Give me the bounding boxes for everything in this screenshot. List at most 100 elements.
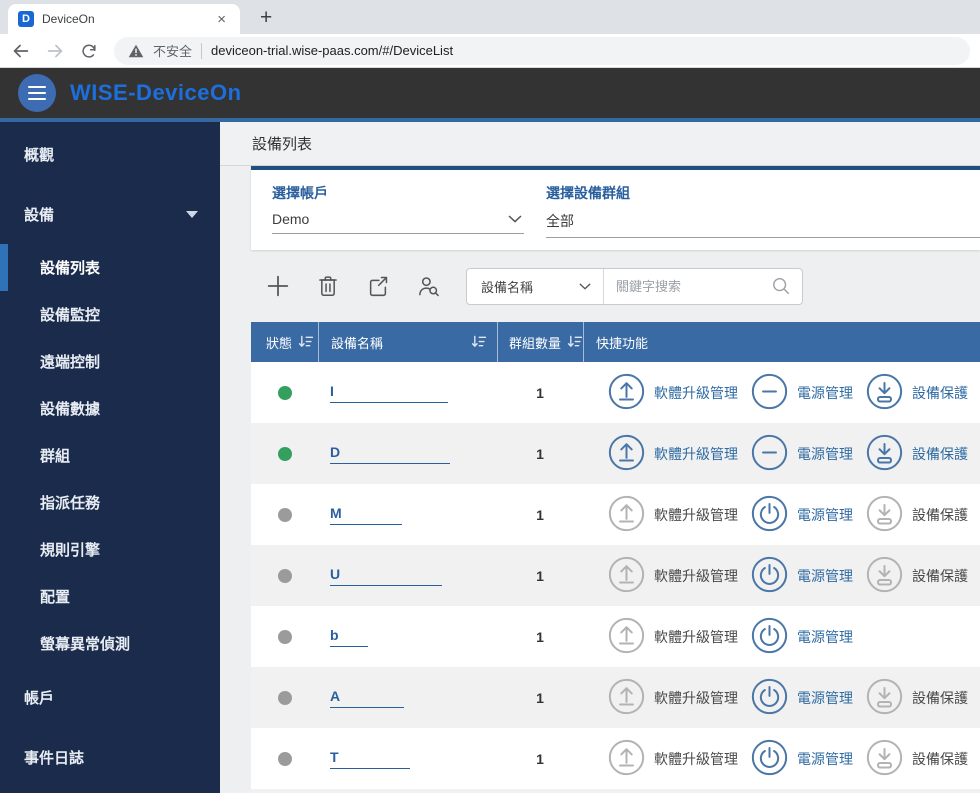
search-icon[interactable] [771, 276, 791, 296]
sort-icon[interactable] [567, 335, 583, 349]
device-name-link[interactable]: M [330, 505, 402, 525]
table-row: M 1 軟體升級管理 電源管理 設備保護 [251, 484, 980, 545]
sidebar-item-remote-control[interactable]: 遠端控制 [0, 338, 220, 385]
sidebar-item-groups[interactable]: 群組 [0, 432, 220, 479]
sidebar-item-account[interactable]: 帳戶 [0, 667, 220, 727]
table-row: A 1 軟體升級管理 電源管理 設備保護 [251, 667, 980, 728]
column-header-device-name[interactable]: 設備名稱 [318, 322, 497, 362]
main-content: 設備列表 選擇帳戶 Demo 選擇設備群組 全部 設備名稱 關鍵字搜索 狀態 設… [220, 122, 980, 793]
chevron-down-icon [508, 215, 522, 223]
favicon: D [18, 11, 34, 27]
tab-close-icon[interactable]: × [213, 10, 230, 29]
group-count: 1 [536, 628, 544, 645]
sidebar-item-assign-tasks[interactable]: 指派任務 [0, 479, 220, 526]
action-upgrade-button[interactable]: 軟體升級管理 [608, 434, 738, 474]
back-icon[interactable] [8, 38, 34, 64]
power-icon [751, 678, 788, 718]
browser-nav-bar: 不安全 deviceon-trial.wise-paas.com/#/Devic… [0, 34, 980, 68]
upgrade-icon [608, 434, 645, 474]
device-group-select[interactable]: 全部 [546, 203, 980, 238]
address-bar[interactable]: 不安全 deviceon-trial.wise-paas.com/#/Devic… [114, 36, 970, 65]
delete-button[interactable] [314, 272, 342, 300]
not-secure-warning-icon [128, 44, 144, 57]
sidebar-item-label: 概觀 [24, 146, 55, 164]
sidebar-item-label: 群組 [40, 448, 71, 465]
action-protect-button: 設備保護 [866, 556, 968, 596]
sort-icon[interactable] [471, 335, 487, 349]
search-field-value: 設備名稱 [481, 279, 534, 295]
action-protect-button[interactable]: 設備保護 [866, 373, 968, 413]
action-power-button[interactable]: 電源管理 [751, 739, 853, 779]
action-protect-button: 設備保護 [866, 678, 968, 718]
action-upgrade-button[interactable]: 軟體升級管理 [608, 373, 738, 413]
sidebar-item-label: 配置 [40, 589, 71, 606]
hamburger-menu-icon[interactable] [18, 74, 56, 112]
browser-tab[interactable]: D DeviceOn × [8, 4, 240, 34]
forward-icon [42, 38, 68, 64]
table-row: U 1 軟體升級管理 電源管理 設備保護 [251, 545, 980, 606]
add-device-button[interactable] [264, 272, 292, 300]
power-icon [751, 556, 788, 596]
action-protect-button[interactable]: 設備保護 [866, 434, 968, 474]
group-select-label: 選擇設備群組 [546, 185, 630, 201]
sidebar-item-device-monitoring[interactable]: 設備監控 [0, 291, 220, 338]
action-protect-button: 設備保護 [866, 739, 968, 779]
sidebar-item-event-log[interactable]: 事件日誌 [0, 727, 220, 787]
account-select[interactable]: Demo [272, 203, 524, 234]
status-dot-offline [277, 751, 292, 766]
group-count: 1 [536, 445, 544, 462]
device-table: 狀態 設備名稱 群組數量 快捷功能 I 1 軟體升級管理 電源管理設備保護 D … [251, 322, 980, 793]
action-power-button[interactable]: 電源管理 [751, 617, 853, 657]
device-name-link[interactable]: I [330, 383, 448, 403]
action-power-button[interactable]: 電源管理 [751, 373, 853, 413]
power-minus-icon [751, 373, 788, 413]
device-name-link[interactable]: b [330, 627, 368, 647]
sidebar-item-device-list[interactable]: 設備列表 [0, 244, 220, 291]
sidebar-item-device-data[interactable]: 設備數據 [0, 385, 220, 432]
upgrade-icon [608, 373, 645, 413]
action-upgrade-button: 軟體升級管理 [608, 739, 738, 779]
toolbar: 設備名稱 [251, 250, 980, 322]
user-search-button[interactable] [414, 272, 442, 300]
table-header: 狀態 設備名稱 群組數量 快捷功能 [251, 322, 980, 362]
status-dot-offline [277, 690, 292, 705]
new-tab-button[interactable]: + [260, 7, 272, 28]
protect-icon [866, 739, 903, 779]
device-name-link[interactable]: T [330, 749, 410, 769]
sort-icon[interactable] [298, 335, 314, 349]
action-power-button[interactable]: 電源管理 [751, 678, 853, 718]
search-field-select[interactable]: 設備名稱 [467, 268, 604, 304]
status-dot-offline [277, 568, 292, 583]
sidebar-item-devices[interactable]: 設備 [0, 184, 220, 244]
protect-icon [866, 678, 903, 718]
action-power-button[interactable]: 電源管理 [751, 556, 853, 596]
group-count: 1 [536, 567, 544, 584]
device-name-link[interactable]: A [330, 688, 404, 708]
column-header-status[interactable]: 狀態 [251, 322, 318, 362]
action-power-button[interactable]: 電源管理 [751, 434, 853, 474]
sidebar-item-screen-anomaly-detection[interactable]: 螢幕異常偵測 [0, 620, 220, 667]
table-row: T 1 軟體升級管理 電源管理 設備保護 [251, 728, 980, 789]
group-count: 1 [536, 689, 544, 706]
sidebar-item-label: 遠端控制 [40, 354, 101, 371]
keyword-search-input[interactable] [604, 278, 771, 294]
sidebar-item-rule-engine[interactable]: 規則引擎 [0, 526, 220, 573]
refresh-icon[interactable] [76, 38, 102, 64]
status-cell [251, 507, 318, 522]
sidebar-item-label: 螢幕異常偵測 [40, 636, 131, 653]
action-upgrade-button: 軟體升級管理 [608, 617, 738, 657]
search-box: 設備名稱 [466, 267, 803, 305]
sidebar-item-configuration[interactable]: 配置 [0, 573, 220, 620]
protect-icon [866, 556, 903, 596]
page-title: 設備列表 [220, 122, 980, 166]
device-name-link[interactable]: U [330, 566, 442, 586]
app-header: WISE-DeviceOn [0, 68, 980, 122]
protect-icon [866, 373, 903, 413]
power-icon [751, 739, 788, 779]
column-header-group-count[interactable]: 群組數量 [497, 322, 583, 362]
device-name-link[interactable]: D [330, 444, 450, 464]
export-button[interactable] [364, 272, 392, 300]
protect-icon [866, 495, 903, 535]
sidebar-item-overview[interactable]: 概觀 [0, 124, 220, 184]
action-power-button[interactable]: 電源管理 [751, 495, 853, 535]
